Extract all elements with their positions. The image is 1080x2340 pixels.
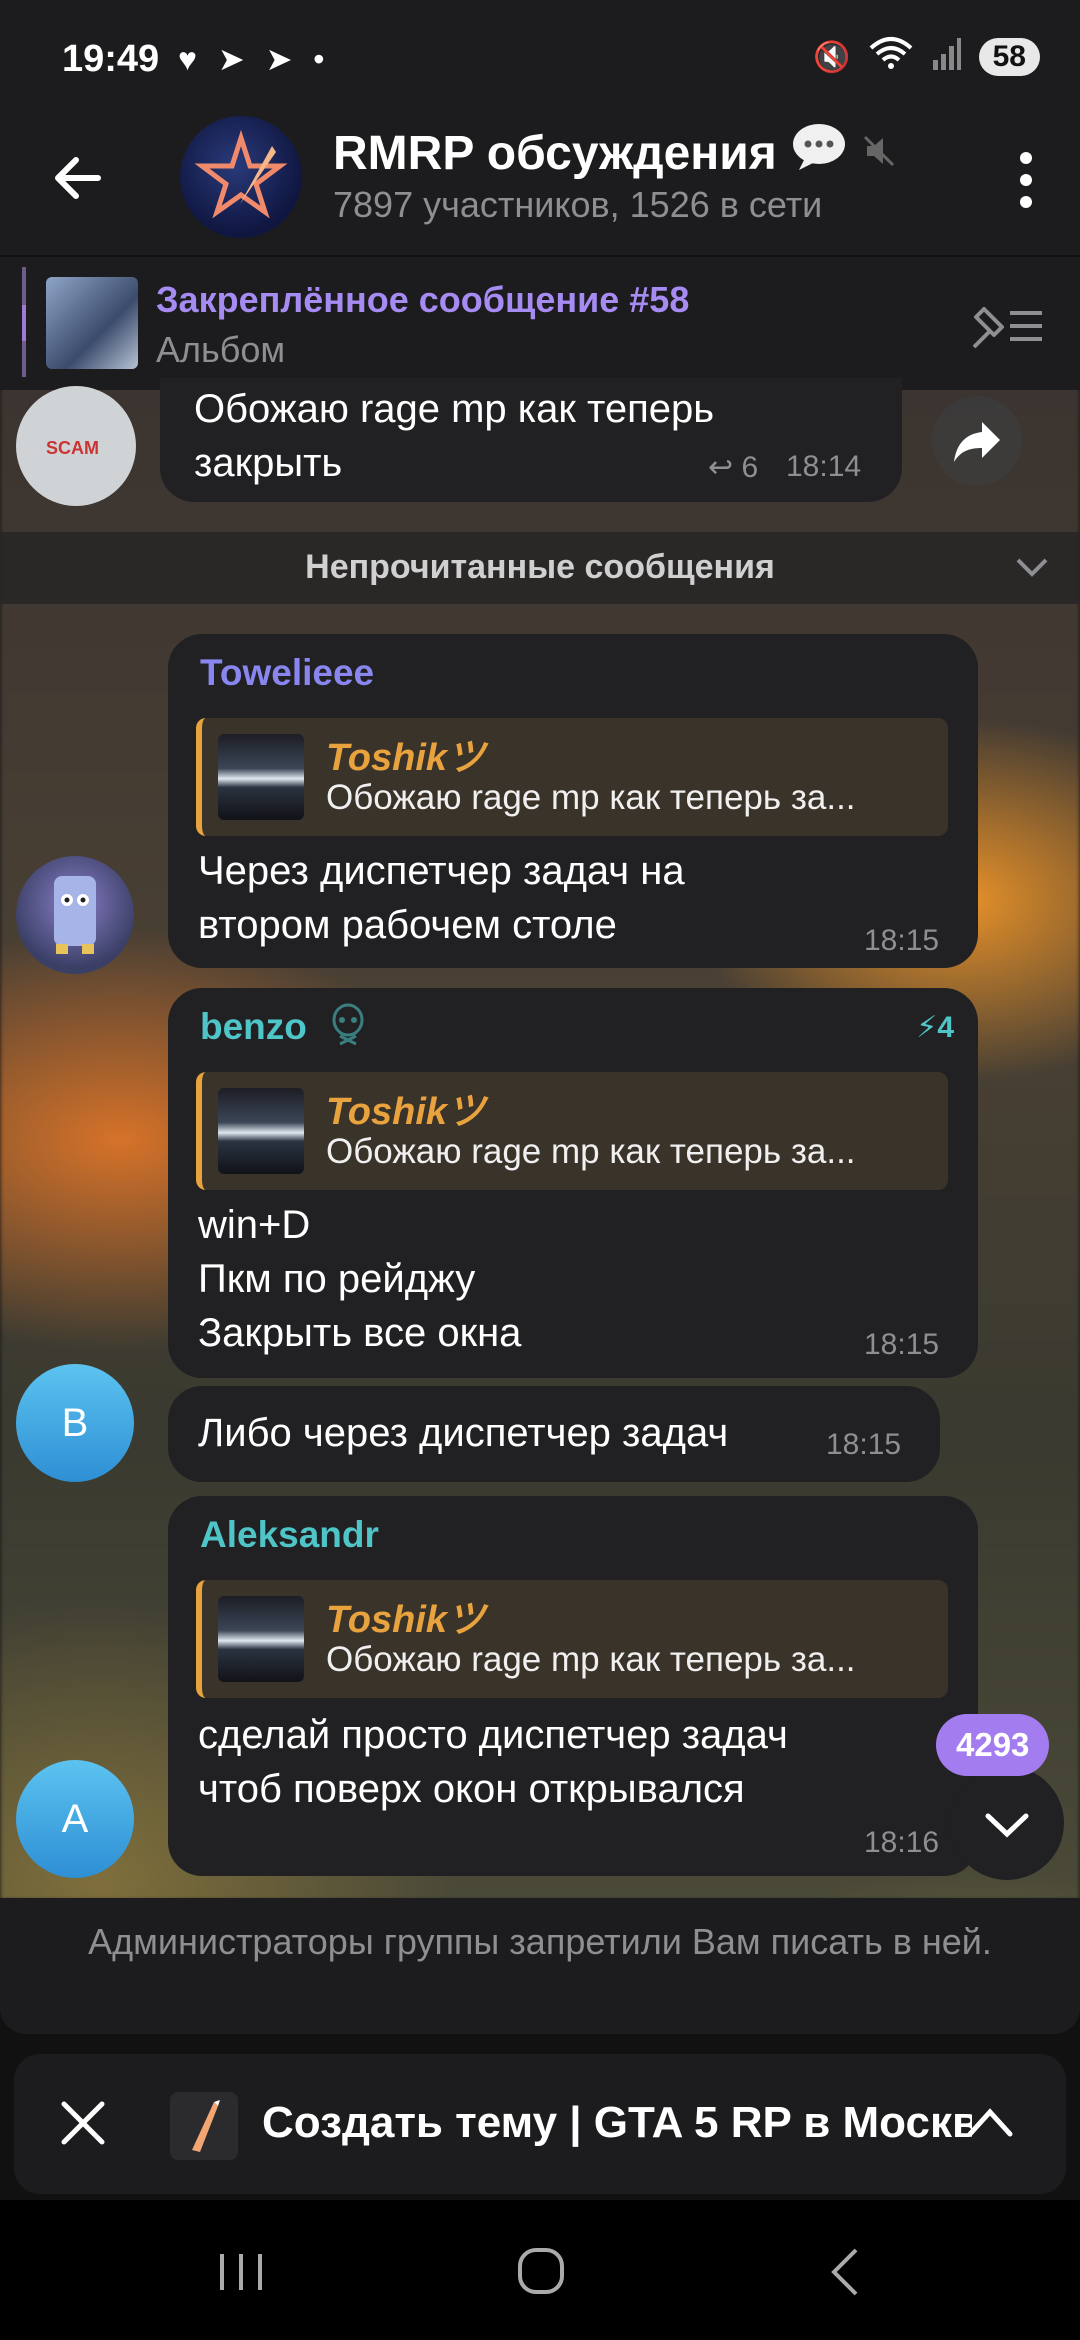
unread-count-badge[interactable]: 4293 — [936, 1714, 1050, 1776]
notification-icons: ♥ ➤ ➤ • — [178, 41, 331, 77]
message-bubble[interactable]: Towelieee Toshikツ Обожаю rage mp как теп… — [168, 634, 978, 968]
chat-header[interactable]: RMRP обсуждения 7897 участников, 1526 в … — [0, 110, 1080, 255]
back-arrow-icon[interactable] — [48, 148, 108, 208]
message-text: сделай просто диспетчер задач чтоб повер… — [198, 1713, 788, 1811]
message-bubble[interactable]: benzo ⚡4 Toshikツ Обожаю rage mp как тепе… — [168, 988, 978, 1378]
nav-back-icon[interactable] — [826, 2246, 862, 2298]
chevron-down-icon[interactable] — [1012, 550, 1052, 586]
skull-emoji-status-icon — [326, 1002, 370, 1053]
reply-preview[interactable]: Toshikツ Обожаю rage mp как теперь за... — [196, 718, 948, 836]
message-text: Обожаю rage mp как теперь закрыть — [194, 387, 715, 485]
message-text: win+D Пкм по рейджу Закрыть все окна — [198, 1203, 522, 1355]
avatar[interactable]: A — [16, 1760, 134, 1878]
reply-sender: Toshikツ — [326, 737, 486, 779]
scroll-down-button[interactable] — [950, 1766, 1064, 1880]
sender-name[interactable]: Towelieee — [200, 652, 374, 694]
sender-name[interactable]: benzo — [200, 1006, 307, 1048]
topic-title[interactable]: Создать тему | GTA 5 RP в Москве — [262, 2098, 972, 2148]
avatar[interactable]: SCAM — [16, 386, 136, 506]
restricted-text: Администраторы группы запретили Вам писа… — [88, 1921, 992, 1962]
chevron-down-icon — [985, 1813, 1029, 1838]
group-avatar[interactable] — [180, 116, 302, 238]
reply-preview[interactable]: Toshikツ Обожаю rage mp как теперь за... — [196, 1072, 948, 1190]
sender-name[interactable]: Aleksandr — [200, 1514, 379, 1556]
status-time: 19:49 — [62, 38, 160, 80]
avatar-letter: A — [16, 1760, 134, 1878]
reply-thumbnail — [218, 1596, 304, 1682]
reply-count-value: 6 — [741, 451, 759, 484]
reply-preview[interactable]: Toshikツ Обожаю rage mp как теперь за... — [196, 1580, 948, 1698]
signal-icon — [931, 36, 961, 78]
chat-title[interactable]: RMRP обсуждения — [333, 122, 897, 184]
member-count: 7897 участников, 1526 в сети — [333, 184, 823, 225]
message-bubble[interactable]: Обожаю rage mp как теперь закрыть ↩ 6 18… — [160, 378, 902, 502]
muted-icon — [861, 126, 897, 181]
more-options-icon[interactable] — [1016, 150, 1036, 210]
avatar[interactable]: B — [16, 1364, 134, 1482]
reply-sender: Toshikツ — [326, 1091, 486, 1133]
message-text: Либо через диспетчер задач — [198, 1411, 729, 1455]
boost-count: 4 — [937, 1011, 954, 1044]
reply-thumbnail — [218, 734, 304, 820]
message-time: 18:15 — [826, 1428, 902, 1461]
reply-thumbnail — [218, 1088, 304, 1174]
topic-rocket-icon — [170, 2092, 238, 2160]
reply-text: Обожаю rage mp как теперь за... — [326, 1640, 856, 1679]
pinned-message-bar[interactable]: Закреплённое сообщение #58 Альбом — [0, 255, 1080, 390]
message-text: Через диспетчер задач на втором рабочем … — [198, 849, 685, 947]
reply-text: Обожаю rage mp как теперь за... — [326, 1132, 856, 1171]
message-time: 18:15 — [864, 1328, 940, 1361]
pinned-thumbnail — [46, 277, 138, 369]
system-icons: 🔇 58 — [813, 36, 1040, 78]
message-time: 18:15 — [864, 924, 940, 957]
avatar[interactable] — [16, 856, 134, 974]
chat-title-text: RMRP обсуждения — [333, 126, 777, 180]
chevron-up-icon[interactable] — [962, 2100, 1018, 2144]
pinned-indicator-active — [22, 305, 26, 341]
home-icon[interactable] — [516, 2246, 566, 2296]
lightning-icon: ⚡ — [916, 1011, 938, 1044]
forward-button[interactable] — [932, 396, 1022, 486]
unread-divider: Непрочитанные сообщения — [0, 532, 1080, 604]
unread-divider-label: Непрочитанные сообщения — [305, 548, 775, 586]
pinned-list-icon[interactable] — [970, 301, 1044, 351]
battery-indicator: 58 — [978, 38, 1040, 76]
reply-sender: Toshikツ — [326, 1599, 486, 1641]
reply-arrow-icon: ↩ — [708, 451, 734, 484]
star-rocket-logo-icon — [194, 129, 288, 219]
pinned-title: Закреплённое сообщение #58 — [156, 279, 690, 320]
wifi-icon — [869, 36, 913, 78]
topic-bar[interactable]: Создать тему | GTA 5 RP в Москве — [14, 2054, 1066, 2194]
recent-apps-icon[interactable] — [218, 2250, 264, 2294]
speech-bubble-icon — [791, 122, 847, 184]
message-bubble[interactable]: Либо через диспетчер задач 18:15 — [168, 1386, 940, 1482]
close-icon[interactable] — [54, 2094, 112, 2152]
status-bar: 19:49 ♥ ➤ ➤ • 🔇 58 — [0, 0, 1080, 110]
forward-arrow-icon — [954, 422, 1000, 462]
write-restricted-notice: Администраторы группы запретили Вам писа… — [0, 1898, 1080, 2034]
reply-count[interactable]: ↩ 6 — [708, 450, 758, 485]
towel-character-icon — [54, 876, 96, 954]
avatar-letter: B — [16, 1364, 134, 1482]
scam-label: SCAM — [46, 438, 99, 458]
boost-badge[interactable]: ⚡4 — [916, 1010, 954, 1045]
message-time: 18:16 — [864, 1826, 940, 1859]
mute-icon: 🔇 — [813, 40, 851, 74]
message-time: 18:14 — [786, 450, 862, 483]
message-bubble[interactable]: Aleksandr Toshikツ Обожаю rage mp как теп… — [168, 1496, 978, 1876]
pinned-subtitle: Альбом — [156, 329, 286, 370]
system-navigation-bar — [0, 2200, 1080, 2340]
reply-text: Обожаю rage mp как теперь за... — [326, 778, 856, 817]
